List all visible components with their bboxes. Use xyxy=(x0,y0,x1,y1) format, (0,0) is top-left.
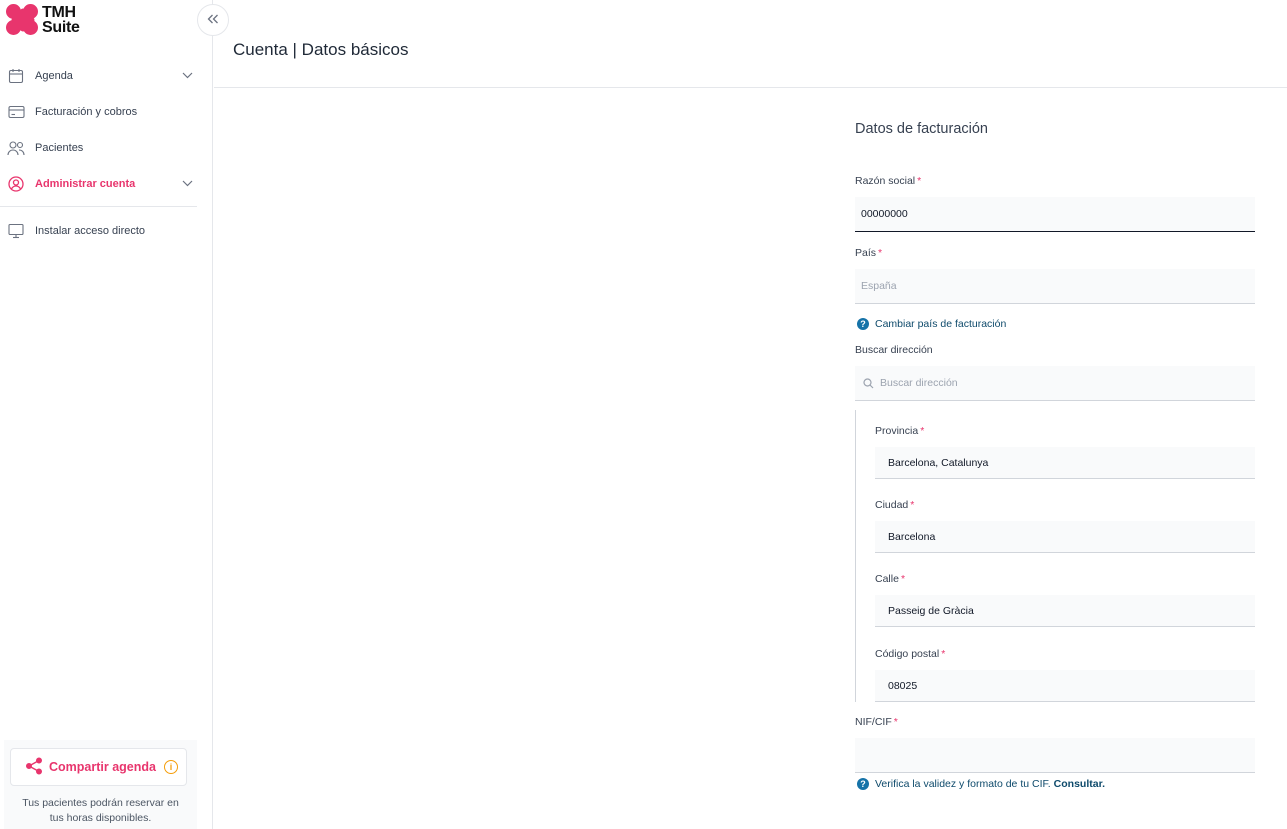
razon-social-value: 00000000 xyxy=(861,208,908,220)
provincia-label-text: Provincia xyxy=(875,425,919,437)
required-asterisk: * xyxy=(878,247,883,259)
ciudad-label: Ciudad * xyxy=(875,499,914,511)
share-note-line2: tus horas disponibles. xyxy=(49,812,152,824)
buscar-direccion-input[interactable]: Buscar dirección xyxy=(855,366,1255,401)
sidebar-item-administrar-cuenta[interactable]: Administrar cuenta xyxy=(0,166,213,202)
page-title: Cuenta | Datos básicos xyxy=(233,40,409,59)
sidebar-divider xyxy=(0,206,197,207)
sidebar-item-agenda[interactable]: Agenda xyxy=(0,58,213,94)
logo-text: TMH Suite xyxy=(42,4,80,36)
provincia-field[interactable]: Barcelona, Catalunya xyxy=(875,447,1255,479)
section-title: Datos de facturación xyxy=(855,121,988,137)
required-asterisk: * xyxy=(893,716,898,728)
codigo-postal-label-text: Código postal xyxy=(875,648,940,660)
user-circle-icon xyxy=(7,175,25,193)
sidebar-item-label: Administrar cuenta xyxy=(35,178,136,190)
sidebar-item-pacientes[interactable]: Pacientes xyxy=(0,130,213,166)
verifica-cif-text: Verifica la validez y formato de tu CIF. xyxy=(875,778,1051,790)
help-icon: ? xyxy=(857,318,869,330)
cambiar-pais-text: Cambiar país de facturación xyxy=(875,318,1007,330)
logo[interactable]: TMH Suite xyxy=(6,4,80,36)
share-agenda-label: Compartir agenda xyxy=(49,760,156,774)
buscar-direccion-placeholder: Buscar dirección xyxy=(880,377,958,389)
search-icon xyxy=(863,377,874,389)
double-chevron-left-icon xyxy=(207,11,219,29)
required-asterisk: * xyxy=(900,573,906,585)
buscar-direccion-label: Buscar dirección xyxy=(855,344,933,356)
ciudad-value: Barcelona xyxy=(888,530,936,543)
calle-value: Passeig de Gràcia xyxy=(888,604,974,617)
address-group-border xyxy=(855,410,856,702)
required-asterisk: * xyxy=(920,425,925,437)
nif-field[interactable] xyxy=(855,738,1255,773)
nif-label: NIF/CIF * xyxy=(855,716,898,728)
logo-line2: Suite xyxy=(42,19,80,36)
share-icon xyxy=(25,757,43,778)
sidebar-item-instalar-acceso-directo[interactable]: Instalar acceso directo xyxy=(0,213,213,249)
sidebar-item-label: Facturación y cobros xyxy=(35,106,138,118)
credit-card-icon xyxy=(7,103,25,121)
sidebar-nav: Agenda Facturación y cobros Pacientes Ad… xyxy=(0,58,213,249)
calle-label: Calle * xyxy=(875,573,905,585)
required-asterisk: * xyxy=(941,648,946,660)
provincia-value: Barcelona, Catalunya xyxy=(888,456,989,469)
verifica-cif-help: ? Verifica la validez y formato de tu CI… xyxy=(857,778,1105,790)
logo-mark-icon xyxy=(6,4,40,36)
users-icon xyxy=(7,139,25,157)
sidebar-item-facturacion[interactable]: Facturación y cobros xyxy=(0,94,213,130)
collapse-sidebar-button[interactable] xyxy=(197,4,229,36)
sidebar: TMH Suite Agenda Facturación y cobros Pa… xyxy=(0,0,213,829)
nif-label-text: NIF/CIF xyxy=(855,716,892,728)
chevron-down-icon[interactable] xyxy=(182,179,193,190)
ciudad-field[interactable]: Barcelona xyxy=(875,521,1255,553)
sidebar-item-label: Agenda xyxy=(35,70,73,82)
share-agenda-panel: Compartir agenda i Tus pacientes podrán … xyxy=(4,740,197,829)
razon-social-field[interactable]: 00000000 xyxy=(855,197,1255,232)
razon-social-label-text: Razón social xyxy=(855,175,916,187)
cambiar-pais-link[interactable]: ? Cambiar país de facturación xyxy=(857,318,1006,330)
pais-field[interactable]: España xyxy=(855,269,1255,304)
codigo-postal-field[interactable]: 08025 xyxy=(875,670,1255,702)
share-agenda-button[interactable]: Compartir agenda i xyxy=(10,748,187,786)
provincia-label: Provincia * xyxy=(875,425,924,437)
codigo-postal-label: Código postal * xyxy=(875,648,945,660)
calle-label-text: Calle xyxy=(875,573,899,585)
razon-social-label: Razón social * xyxy=(855,175,921,187)
pais-label: País * xyxy=(855,247,882,259)
page-header: Cuenta | Datos básicos xyxy=(214,0,1287,88)
calendar-icon xyxy=(7,67,25,85)
app: TMH Suite Agenda Facturación y cobros Pa… xyxy=(0,0,1287,829)
required-asterisk: * xyxy=(917,175,922,187)
share-note-line1: Tus pacientes podrán reservar en xyxy=(22,797,179,809)
logo-line1: TMH xyxy=(42,4,76,21)
calle-field[interactable]: Passeig de Gràcia xyxy=(875,595,1255,627)
share-agenda-note: Tus pacientes podrán reservar en tus hor… xyxy=(4,796,197,826)
sidebar-item-label: Pacientes xyxy=(35,142,84,154)
consultar-link[interactable]: Consultar. xyxy=(1054,778,1105,790)
pais-label-text: País xyxy=(855,247,877,259)
chevron-down-icon[interactable] xyxy=(182,71,193,82)
sidebar-item-label: Instalar acceso directo xyxy=(35,225,146,237)
info-icon[interactable]: i xyxy=(163,760,178,774)
codigo-postal-value: 08025 xyxy=(888,679,918,692)
required-asterisk: * xyxy=(910,499,915,511)
help-icon: ? xyxy=(857,778,869,790)
pais-placeholder: España xyxy=(861,280,897,292)
ciudad-label-text: Ciudad xyxy=(875,499,909,511)
monitor-icon xyxy=(7,222,25,240)
